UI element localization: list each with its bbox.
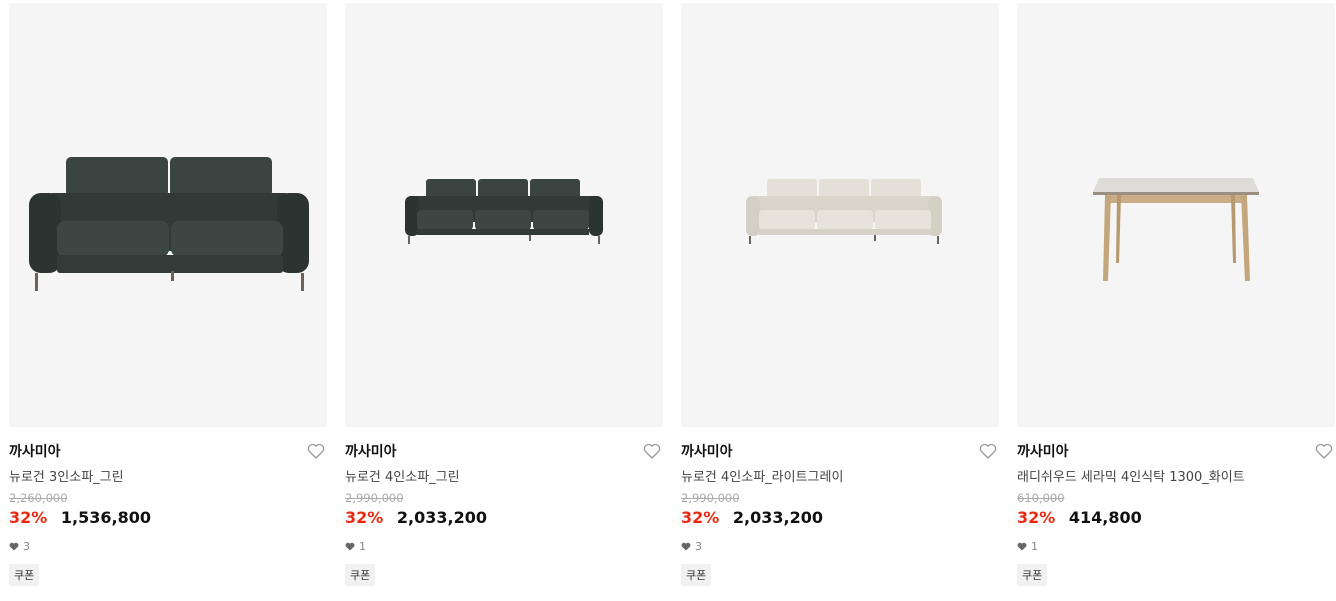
heart-icon[interactable] (307, 443, 325, 459)
like-count-value: 3 (695, 540, 702, 553)
sale-price: 414,800 (1068, 508, 1142, 527)
product-name[interactable]: 뉴로건 3인소파_그린 (9, 466, 124, 485)
product-name[interactable]: 래디쉬우드 세라믹 4인식탁 1300_화이트 (1017, 466, 1245, 485)
discount-rate: 32% (681, 508, 720, 527)
product-name[interactable]: 뉴로건 4인소파_라이트그레이 (681, 466, 843, 485)
brand-name: 까사미아 (1017, 444, 1069, 460)
sale-price: 2,033,200 (396, 508, 487, 527)
coupon-badge: 쿠폰 (345, 564, 376, 586)
coupon-badge: 쿠폰 (9, 564, 40, 586)
product-card[interactable]: 까사미아 래디쉬우드 세라믹 4인식탁 1300_화이트 610,000 32%… (1017, 3, 1335, 593)
heart-icon[interactable] (979, 443, 997, 459)
coupon-badge: 쿠폰 (1017, 564, 1048, 586)
product-card[interactable]: 까사미아 뉴로건 3인소파_그린 2,260,000 32% 1,536,800… (9, 3, 327, 593)
discount-rate: 32% (345, 508, 384, 527)
like-count: 3 (9, 540, 30, 553)
original-price: 2,260,000 (9, 491, 68, 505)
coupon-badge: 쿠폰 (681, 564, 712, 586)
dining-table-ceramic-white-image (1093, 178, 1259, 281)
like-count-value: 3 (23, 540, 30, 553)
product-card[interactable]: 까사미아 뉴로건 4인소파_그린 2,990,000 32% 2,033,200… (345, 3, 663, 593)
heart-filled-icon (345, 542, 355, 551)
product-image[interactable] (9, 3, 327, 427)
brand-name: 까사미아 (345, 444, 397, 460)
price-line: 32% 2,033,200 (681, 508, 823, 527)
heart-filled-icon (681, 542, 691, 551)
like-count: 1 (345, 540, 366, 553)
sofa-4seat-lightgray-image (746, 179, 942, 244)
discount-rate: 32% (9, 508, 48, 527)
original-price: 2,990,000 (681, 491, 740, 505)
product-image[interactable] (1017, 3, 1335, 427)
heart-icon[interactable] (643, 443, 661, 459)
product-grid: 까사미아 뉴로건 3인소파_그린 2,260,000 32% 1,536,800… (0, 0, 1336, 601)
heart-icon[interactable] (1315, 443, 1333, 459)
like-count: 1 (1017, 540, 1038, 553)
original-price: 610,000 (1017, 491, 1065, 505)
heart-filled-icon (1017, 542, 1027, 551)
price-line: 32% 1,536,800 (9, 508, 151, 527)
product-card[interactable]: 까사미아 뉴로건 4인소파_라이트그레이 2,990,000 32% 2,033… (681, 3, 999, 593)
brand-name: 까사미아 (9, 444, 61, 460)
price-line: 32% 2,033,200 (345, 508, 487, 527)
original-price: 2,990,000 (345, 491, 404, 505)
heart-filled-icon (9, 542, 19, 551)
product-image[interactable] (345, 3, 663, 427)
like-count-value: 1 (359, 540, 366, 553)
product-name[interactable]: 뉴로건 4인소파_그린 (345, 466, 460, 485)
product-image[interactable] (681, 3, 999, 427)
like-count: 3 (681, 540, 702, 553)
brand-name: 까사미아 (681, 444, 733, 460)
discount-rate: 32% (1017, 508, 1056, 527)
sofa-3seat-green-image (29, 157, 309, 291)
price-line: 32% 414,800 (1017, 508, 1142, 527)
sale-price: 1,536,800 (60, 508, 151, 527)
sale-price: 2,033,200 (732, 508, 823, 527)
sofa-4seat-green-image (405, 179, 603, 244)
like-count-value: 1 (1031, 540, 1038, 553)
